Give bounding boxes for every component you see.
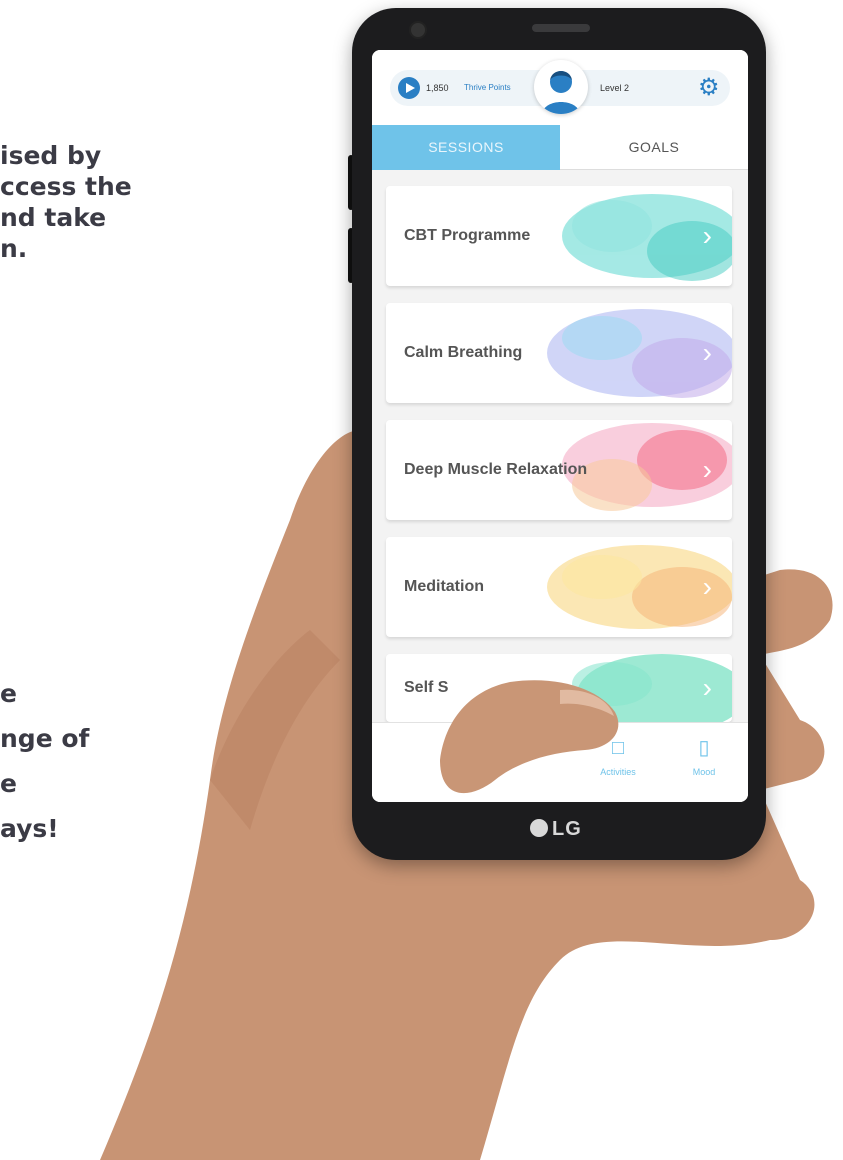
chevron-right-icon: ›	[702, 454, 712, 485]
watercolor-splash	[547, 309, 732, 398]
front-camera	[409, 21, 427, 39]
app-screen: 1,850 Thrive Points Level 2 ⚙ SESSIONS G…	[372, 50, 748, 802]
chat-icon: □	[611, 737, 625, 759]
nav-label: Activities	[600, 767, 636, 777]
watercolor-splash	[547, 545, 732, 629]
avatar[interactable]	[534, 60, 588, 114]
session-label: Self S	[404, 679, 449, 696]
promo-line: nd take	[0, 203, 107, 232]
chevron-right-icon: ›	[702, 571, 712, 602]
promo-line: ised by	[0, 141, 102, 170]
session-label: Calm Breathing	[404, 344, 523, 361]
earpiece-speaker	[532, 24, 590, 32]
play-icon[interactable]	[398, 77, 420, 99]
tab-goals[interactable]: GOALS	[560, 125, 748, 170]
tab-bar: SESSIONS GOALS	[372, 125, 748, 170]
nav-activities[interactable]: □ Activities	[578, 735, 658, 777]
bottom-nav: □ Activities ▯ Mood	[372, 722, 748, 802]
chevron-right-icon: ›	[702, 220, 712, 251]
gear-icon[interactable]: ⚙	[698, 76, 720, 100]
brand-text: LG	[552, 818, 582, 840]
promo-text-top: ised by ccess the nd take n.	[0, 140, 132, 264]
session-card[interactable]: Meditation ›	[386, 537, 732, 637]
points-label: Thrive Points	[464, 83, 511, 92]
lg-logo-icon	[530, 819, 548, 837]
chevron-right-icon: ›	[702, 337, 712, 368]
promo-line: ccess the	[0, 172, 132, 201]
session-card[interactable]: Deep Muscle Relaxation ›	[386, 420, 732, 520]
session-card[interactable]: Calm Breathing ›	[386, 303, 732, 403]
chevron-right-icon: ›	[702, 672, 712, 703]
session-label: Deep Muscle Relaxation	[404, 461, 588, 478]
tab-sessions[interactable]: SESSIONS	[372, 125, 560, 170]
watercolor-splash	[572, 654, 732, 722]
avatar-icon	[542, 71, 580, 114]
nav-label: Mood	[692, 767, 716, 777]
session-label: Meditation	[404, 578, 484, 595]
promo-line: n.	[0, 234, 28, 263]
top-bar: 1,850 Thrive Points Level 2 ⚙	[372, 50, 748, 125]
watercolor-splash	[562, 194, 732, 281]
thermometer-icon: ▯	[698, 737, 710, 759]
points-value: 1,850	[426, 83, 449, 93]
level-label: Level 2	[600, 83, 630, 93]
nav-mood[interactable]: ▯ Mood	[664, 735, 744, 777]
session-label: CBT Programme	[404, 227, 531, 244]
session-card[interactable]: Self S ›	[386, 654, 732, 722]
phone-brand-logo: LG	[530, 818, 582, 841]
session-card[interactable]: CBT Programme ›	[386, 186, 732, 286]
